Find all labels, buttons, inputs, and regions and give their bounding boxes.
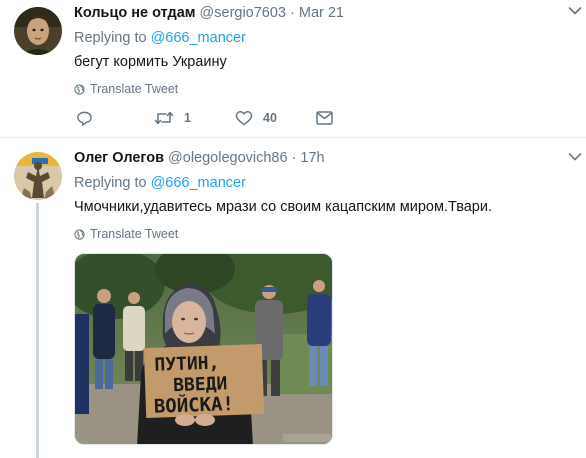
timestamp[interactable]: Mar 21 bbox=[299, 5, 344, 21]
retweet-button[interactable]: 1 bbox=[154, 108, 191, 128]
replying-to: Replying to @666_mancer bbox=[74, 173, 576, 193]
globe-icon bbox=[74, 228, 85, 240]
tweet-header: Кольцо не отдам @sergio7603 · Mar 21 bbox=[74, 3, 576, 23]
author-handle[interactable]: @sergio7603 bbox=[200, 5, 286, 21]
retweet-icon bbox=[154, 111, 174, 125]
tweet[interactable]: Олег Олегов @olegolegovich86 · 17h Reply… bbox=[0, 139, 586, 458]
replying-mention[interactable]: @666_mancer bbox=[151, 175, 246, 191]
separator-dot: · bbox=[291, 150, 297, 166]
avatar[interactable] bbox=[14, 7, 62, 55]
heart-icon bbox=[235, 110, 253, 126]
tweet[interactable]: Кольцо не отдам @sergio7603 · Mar 21 Rep… bbox=[0, 0, 586, 138]
author-handle[interactable]: @olegolegovich86 bbox=[168, 150, 288, 166]
tweet-text: бегут кормить Украину bbox=[74, 54, 227, 70]
svg-text:ПУТИН,: ПУТИН, bbox=[154, 352, 220, 375]
globe-icon bbox=[74, 83, 85, 95]
tweet-photo[interactable]: ПУТИН, ВВЕДИ ВОЙСКА! bbox=[74, 253, 333, 445]
replying-prefix: Replying to bbox=[74, 30, 147, 46]
tweet-actions: 1 40 bbox=[76, 108, 346, 128]
reply-icon bbox=[77, 111, 92, 126]
avatar[interactable] bbox=[14, 152, 62, 200]
reply-button[interactable] bbox=[76, 108, 103, 128]
author-name[interactable]: Олег Олегов bbox=[74, 150, 164, 166]
translate-label: Translate Tweet bbox=[90, 227, 179, 241]
replying-to: Replying to @666_mancer bbox=[74, 28, 576, 48]
replying-prefix: Replying to bbox=[74, 175, 147, 191]
translate-label: Translate Tweet bbox=[90, 82, 179, 96]
chevron-down-icon[interactable] bbox=[568, 6, 582, 16]
tweet-content: Кольцо не отдам @sergio7603 · Mar 21 Rep… bbox=[74, 3, 576, 98]
like-count: 40 bbox=[263, 111, 277, 125]
direct-message-button[interactable] bbox=[316, 108, 333, 128]
retweet-count: 1 bbox=[184, 111, 191, 125]
like-button[interactable]: 40 bbox=[235, 108, 277, 128]
mail-icon bbox=[316, 111, 333, 125]
separator-dot: · bbox=[290, 5, 295, 21]
replying-mention[interactable]: @666_mancer bbox=[151, 30, 246, 46]
chevron-down-icon[interactable] bbox=[568, 152, 582, 162]
tweet-header: Олег Олегов @olegolegovich86 · 17h bbox=[74, 148, 576, 168]
thread-line bbox=[36, 203, 39, 458]
translate-tweet-link[interactable]: Translate Tweet bbox=[74, 80, 576, 98]
svg-text:ВОЙСКА!: ВОЙСКА! bbox=[153, 392, 234, 418]
tweet-text: Чмочники,удавитесь мрази со своим кацапс… bbox=[74, 199, 493, 215]
author-name[interactable]: Кольцо не отдам bbox=[74, 5, 196, 21]
tweet-content: Олег Олегов @olegolegovich86 · 17h Reply… bbox=[74, 148, 576, 243]
translate-tweet-link[interactable]: Translate Tweet bbox=[74, 225, 576, 243]
timestamp[interactable]: 17h bbox=[300, 150, 324, 166]
